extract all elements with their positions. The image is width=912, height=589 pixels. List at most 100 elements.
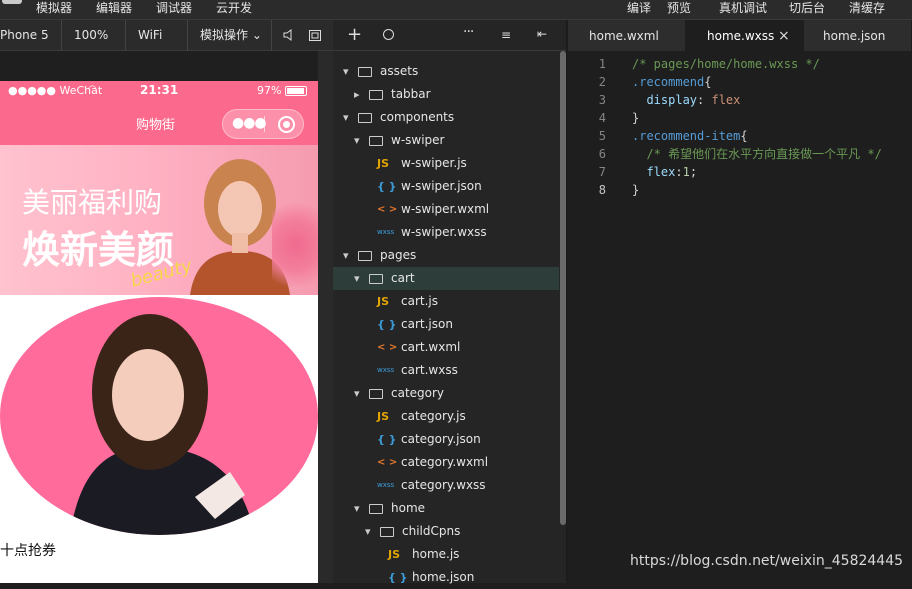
tree-node-category-wxml[interactable]: < > category.wxml (333, 451, 559, 474)
caret-down-icon[interactable]: ▾ (365, 520, 371, 543)
split-editor-icon[interactable]: ⇤ (537, 27, 547, 41)
tree-node-w-swiper-wxss[interactable]: wxss w-swiper.wxss (333, 221, 559, 244)
tree-node-label: category.wxss (401, 478, 486, 492)
line-number: 3 (598, 93, 606, 107)
search-icon[interactable] (383, 29, 394, 40)
more-options-icon[interactable]: ··· (463, 24, 474, 40)
json-file-icon: { } (388, 571, 408, 584)
caret-down-icon[interactable]: ▾ (354, 267, 360, 290)
network-select[interactable]: WiFi ⌄ (126, 20, 188, 73)
code-line: 4} (568, 109, 912, 127)
tree-node-w-swiper-wxml[interactable]: < > w-swiper.wxml (333, 198, 559, 221)
window-icon[interactable] (309, 30, 321, 41)
folder-icon (369, 136, 383, 146)
tab-label: home.wxss (707, 29, 775, 43)
tree-node-category-json[interactable]: { } category.json (333, 428, 559, 451)
caret-down-icon[interactable]: ▾ (354, 497, 360, 520)
tree-node-label: pages (380, 248, 417, 262)
tree-node-w-swiper[interactable]: ▾ w-swiper (333, 129, 559, 152)
caret-right-icon[interactable]: ▸ (354, 83, 360, 106)
tree-node-w-swiper-js[interactable]: JS w-swiper.js (333, 152, 559, 175)
clear-cache-button[interactable]: 清缓存 (849, 0, 885, 20)
tree-node-label: w-swiper.json (401, 179, 482, 193)
explorer-scrollbar[interactable] (560, 51, 566, 525)
tree-node-childCpns[interactable]: ▾ childCpns (333, 520, 559, 543)
tree-node-cart-wxss[interactable]: wxss cart.wxss (333, 359, 559, 382)
capsule-button[interactable]: ●●● (222, 109, 304, 139)
tree-node-label: w-swiper.wxml (401, 202, 490, 216)
folder-icon (358, 113, 372, 123)
tab-home-json[interactable]: home.json (804, 20, 912, 51)
collapse-all-icon[interactable]: ≡ (501, 28, 511, 42)
close-miniprogram-icon[interactable] (278, 116, 295, 133)
coupon-text: 十点抢券 (0, 543, 56, 559)
tree-node-home-json[interactable]: { } home.json (333, 566, 559, 589)
code-text: } (632, 183, 640, 197)
tree-node-category-js[interactable]: JS category.js (333, 405, 559, 428)
folder-icon (369, 274, 383, 284)
folder-icon (380, 527, 394, 537)
tree-node-label: cart (391, 271, 415, 285)
caret-down-icon[interactable]: ▾ (343, 106, 349, 129)
line-number: 6 (598, 147, 606, 161)
tree-node-home[interactable]: ▾ home (333, 497, 559, 520)
tree-node-label: cart.js (401, 294, 438, 308)
js-file-icon: JS (377, 295, 390, 308)
compile-button[interactable]: 编译 (627, 0, 651, 20)
phone-simulator: ●●●●● WeChat ◠ 21:31 97% 购物街 ●●● 美丽福利购 焕… (0, 51, 318, 583)
recommend-image[interactable] (0, 297, 318, 535)
preview-button[interactable]: 预览 (667, 0, 691, 20)
menu-editor[interactable]: 编辑器 (96, 0, 132, 20)
remote-debug-button[interactable]: 真机调试 (719, 0, 767, 20)
background-button[interactable]: 切后台 (789, 0, 825, 20)
zoom-select[interactable]: 100% ⌄ (62, 20, 126, 73)
caret-down-icon[interactable]: ▾ (354, 382, 360, 405)
wxml-file-icon: < > (377, 457, 398, 468)
code-text: flex:1; (632, 165, 698, 179)
tree-node-cart-js[interactable]: JS cart.js (333, 290, 559, 313)
tree-node-assets[interactable]: ▾ assets (333, 60, 559, 83)
code-line: 7 flex:1; (568, 163, 912, 181)
line-number: 2 (598, 75, 606, 89)
tree-node-cart[interactable]: ▾ cart (333, 267, 559, 290)
caret-down-icon[interactable]: ▾ (354, 129, 360, 152)
menu-cloud-dev[interactable]: 云开发 (216, 0, 252, 20)
line-number: 7 (598, 165, 606, 179)
tree-node-components[interactable]: ▾ components (333, 106, 559, 129)
network-select-value: WiFi (138, 28, 163, 42)
sim-operation-select[interactable]: 模拟操作 ⌄ (188, 20, 272, 51)
line-number: 8 (598, 183, 606, 197)
tree-node-cart-json[interactable]: { } cart.json (333, 313, 559, 336)
volume-icon[interactable] (283, 29, 293, 41)
tree-node-category[interactable]: ▾ category (333, 382, 559, 405)
add-file-icon[interactable]: + (347, 24, 362, 45)
menu-simulator[interactable]: 模拟器 (36, 0, 72, 20)
tree-node-w-swiper-json[interactable]: { } w-swiper.json (333, 175, 559, 198)
json-file-icon: { } (377, 180, 397, 193)
json-file-icon: { } (377, 433, 397, 446)
explorer-toolbar: + ··· ≡ ⇤ (333, 20, 566, 51)
tab-home-wxml[interactable]: home.wxml (568, 20, 686, 51)
tree-node-label: category.js (401, 409, 466, 423)
tab-label: home.json (823, 29, 886, 43)
tree-node-label: category (391, 386, 445, 400)
caret-down-icon[interactable]: ▾ (343, 60, 349, 83)
tree-node-category-wxss[interactable]: wxss category.wxss (333, 474, 559, 497)
swiper-banner[interactable]: 美丽福利购 焕新美颜 beauty (0, 145, 318, 295)
tree-node-cart-wxml[interactable]: < > cart.wxml (333, 336, 559, 359)
device-select[interactable]: Phone 5 ⌄ (0, 20, 62, 73)
phone-status-bar: ●●●●● WeChat ◠ 21:31 97% (0, 81, 318, 101)
tree-node-pages[interactable]: ▾ pages (333, 244, 559, 267)
tree-node-label: category.wxml (401, 455, 489, 469)
code-text: /* pages/home/home.wxss */ (632, 57, 820, 71)
close-icon[interactable]: × (778, 20, 790, 53)
menu-debugger[interactable]: 调试器 (156, 0, 192, 20)
tree-node-home-js[interactable]: JS home.js (333, 543, 559, 566)
caret-down-icon[interactable]: ▾ (343, 244, 349, 267)
code-area[interactable]: 1 /* pages/home/home.wxss */ 2 .recommend{3… (568, 51, 912, 583)
wxss-file-icon: wxss (377, 228, 395, 236)
tab-home-wxss[interactable]: home.wxss × (686, 20, 804, 51)
tree-node-tabbar[interactable]: ▸ tabbar (333, 83, 559, 106)
battery-icon (285, 86, 307, 96)
more-icon[interactable]: ●●● (232, 115, 267, 131)
